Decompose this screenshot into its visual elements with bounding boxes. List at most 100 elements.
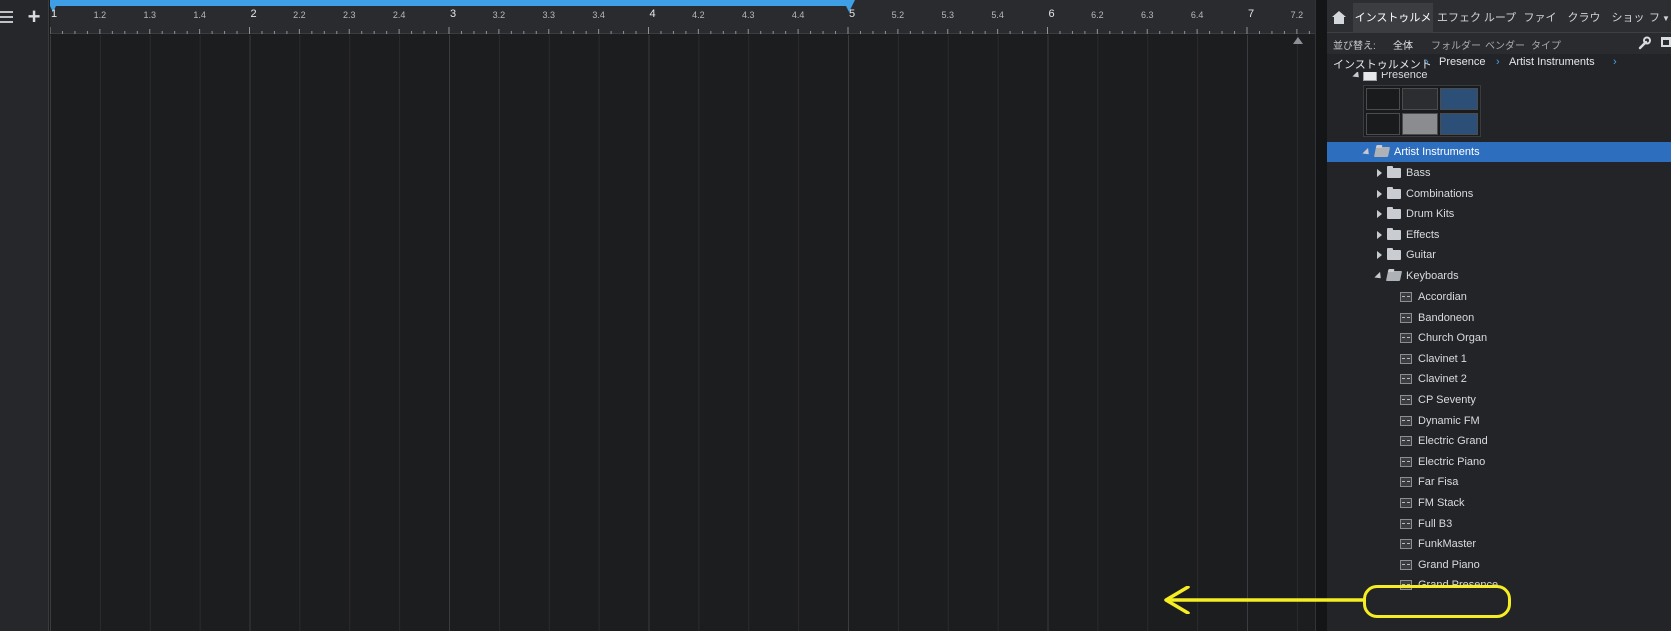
tree-item-presence[interactable]: Presence: [1327, 72, 1671, 85]
expanded-arrow-icon[interactable]: [1362, 147, 1372, 158]
preset-waveform-icon: [1400, 415, 1412, 426]
preset-item[interactable]: Church Organ: [1327, 328, 1671, 348]
preset-label: Clavinet 1: [1418, 352, 1467, 365]
scroll-up-icon[interactable]: [1293, 37, 1303, 44]
preset-waveform-icon: [1400, 518, 1412, 529]
tree-item-artist-instruments[interactable]: Artist Instruments: [1327, 142, 1671, 162]
breadcrumb-item-presence[interactable]: Presence: [1439, 56, 1485, 68]
folder-open-icon: [1385, 271, 1403, 281]
tree-item-label: Effects: [1406, 228, 1440, 241]
preset-waveform-icon: [1400, 456, 1412, 467]
preset-item[interactable]: FunkMaster: [1327, 534, 1671, 554]
ruler-tick-label: 4.2: [692, 10, 705, 20]
keyboard-icon: [1363, 72, 1377, 81]
sort-label: 並び替え:: [1333, 41, 1376, 52]
tab-cloud[interactable]: クラウド: [1564, 3, 1604, 54]
collapsed-arrow-icon[interactable]: [1377, 251, 1382, 260]
pointer-arrow-icon: [1164, 586, 1366, 614]
arrangement-timeline[interactable]: 1 1.2 1.3 1.4 2 2.2 2.3 2.4 3 3.2 3.3 3.4 4 4.2 4.3 4.4…: [50, 0, 1315, 631]
ruler-tick-label: 7: [1247, 8, 1255, 20]
browser-panel: インストゥルメント エフェクト ループ ファイル クラウド ショップ フ▼ 並び…: [1327, 0, 1671, 631]
tree-item-folder[interactable]: Guitar: [1327, 245, 1671, 265]
folder-icon: [1387, 227, 1401, 240]
breadcrumb-item-instruments[interactable]: インストゥルメント: [1333, 56, 1432, 72]
loop-range-bar[interactable]: [50, 0, 849, 6]
ruler-tick-label: 4.4: [791, 10, 805, 20]
panel-divider[interactable]: [1315, 0, 1327, 631]
preset-item[interactable]: Accordian: [1327, 287, 1671, 307]
preset-item[interactable]: Electric Grand: [1327, 431, 1671, 451]
breadcrumb-item-artist-instruments[interactable]: Artist Instruments: [1509, 56, 1595, 68]
collapsed-arrow-icon[interactable]: [1377, 189, 1382, 198]
preset-item[interactable]: Electric Piano: [1327, 452, 1671, 472]
ruler-tick-label: 7.2: [1290, 10, 1304, 20]
preset-label: Electric Grand: [1418, 435, 1488, 448]
preset-item[interactable]: FM Stack: [1327, 493, 1671, 513]
tree-item-folder[interactable]: Drum Kits: [1327, 204, 1671, 224]
tab-instruments[interactable]: インストゥルメント: [1353, 3, 1433, 54]
track-column: +: [0, 0, 49, 631]
panel-layout-icon[interactable]: [1661, 37, 1671, 47]
ruler-tick-label: 6.3: [1140, 10, 1154, 20]
sort-option-all[interactable]: 全体: [1393, 37, 1413, 52]
preset-label: Full B3: [1418, 517, 1453, 530]
tree-item-label: Presence: [1381, 72, 1428, 81]
highlight-circle: [1363, 585, 1511, 618]
preset-waveform-icon: [1400, 539, 1412, 550]
ruler-tick-label: 1.3: [143, 10, 157, 20]
tab-files[interactable]: ファイル: [1521, 3, 1559, 54]
tab-overflow[interactable]: フ ▼: [1649, 3, 1671, 33]
preset-label: Dynamic FM: [1418, 414, 1480, 427]
browser-sort-bar: 並び替え: 全体 フォルダー ベンダー タイプ: [1327, 33, 1671, 54]
preset-item[interactable]: CP Seventy: [1327, 390, 1671, 410]
expanded-arrow-icon[interactable]: [1352, 72, 1362, 81]
tab-effects[interactable]: エフェクト: [1437, 3, 1481, 54]
tab-shop[interactable]: ショップ: [1608, 3, 1648, 54]
breadcrumb-separator-icon: ›: [1425, 56, 1429, 68]
folder-icon: [1387, 166, 1401, 178]
tree-item-keyboards[interactable]: Keyboards: [1327, 266, 1671, 286]
daw-window: + 1 1.2 1.3 1.4 2 2.2 2.3 2.4 3 3.2 3.3 3.4 4 4.2 4.3 4…: [0, 0, 1671, 631]
tree-item-folder[interactable]: Combinations: [1327, 184, 1671, 204]
sort-option-type[interactable]: タイプ: [1531, 37, 1561, 52]
ruler-tick-label: 6.2: [1091, 10, 1104, 20]
ruler-tick-label: 2.4: [392, 10, 406, 20]
add-track-button[interactable]: +: [25, 5, 43, 29]
tab-loops[interactable]: ループ: [1483, 3, 1517, 33]
preset-label: FunkMaster: [1418, 538, 1477, 551]
home-icon[interactable]: [1327, 3, 1351, 31]
preset-label: FM Stack: [1418, 497, 1465, 509]
timeline-ruler[interactable]: 1 1.2 1.3 1.4 2 2.2 2.3 2.4 3 3.2 3.3 3.4 4 4.2 4.3 4.4…: [50, 0, 1315, 34]
preset-waveform-icon: [1400, 395, 1412, 405]
preset-item[interactable]: Bandoneon: [1327, 308, 1671, 328]
preset-item[interactable]: Full B3: [1327, 514, 1671, 534]
collapsed-arrow-icon[interactable]: [1377, 169, 1382, 177]
wrench-icon[interactable]: [1637, 36, 1651, 50]
preset-item[interactable]: Clavinet 2: [1327, 369, 1671, 389]
preset-item[interactable]: Far Fisa: [1327, 472, 1671, 492]
collapsed-arrow-icon[interactable]: [1377, 210, 1382, 219]
tree-item-label: Drum Kits: [1406, 208, 1455, 221]
preset-label: Bandoneon: [1418, 311, 1475, 324]
sort-option-vendor[interactable]: ベンダー: [1485, 37, 1525, 52]
preset-item[interactable]: Clavinet 1: [1327, 349, 1671, 369]
track-list-icon[interactable]: [0, 8, 16, 26]
preset-waveform-icon: [1400, 498, 1412, 508]
breadcrumb: インストゥルメント › Presence › Artist Instrument…: [1327, 54, 1671, 72]
tree-item-label: Bass: [1406, 167, 1431, 179]
preset-waveform-icon: [1400, 436, 1412, 447]
expanded-arrow-icon[interactable]: [1374, 271, 1384, 282]
preset-item[interactable]: Dynamic FM: [1327, 411, 1671, 431]
preset-item[interactable]: Grand Piano: [1327, 555, 1671, 575]
collapsed-arrow-icon[interactable]: [1377, 230, 1382, 239]
sort-option-folder[interactable]: フォルダー: [1431, 37, 1481, 52]
preset-waveform-icon: [1400, 477, 1412, 488]
tree-item-folder[interactable]: Bass: [1327, 163, 1671, 183]
browser-tree: Presence Artist Instruments Bass Combinat…: [1327, 72, 1671, 631]
preset-label: Accordian: [1418, 291, 1467, 303]
tree-item-folder[interactable]: Effects: [1327, 225, 1671, 245]
plugin-thumbnail: [1363, 85, 1481, 137]
preset-label: Grand Piano: [1418, 558, 1480, 571]
preset-waveform-icon: [1400, 353, 1412, 364]
breadcrumb-separator-icon: ›: [1496, 56, 1500, 68]
